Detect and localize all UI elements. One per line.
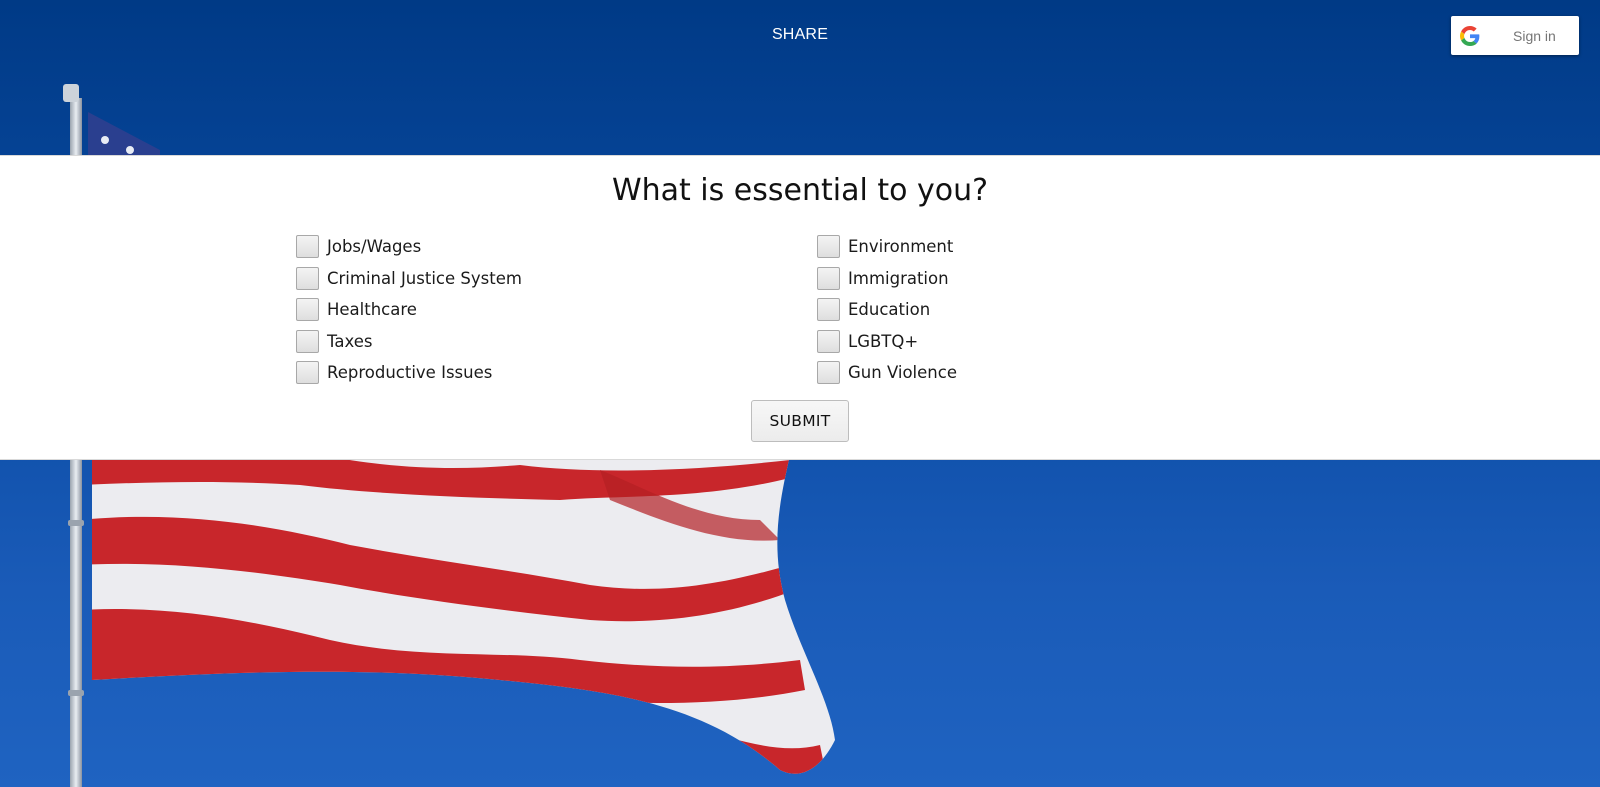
option-label: Jobs/Wages <box>327 237 422 257</box>
option-environment[interactable]: Environment <box>817 231 957 263</box>
option-gun-violence[interactable]: Gun Violence <box>817 357 957 389</box>
option-label: Immigration <box>848 268 949 288</box>
checkbox-jobs-wages[interactable] <box>296 235 319 259</box>
option-jobs-wages[interactable]: Jobs/Wages <box>296 231 522 263</box>
option-healthcare[interactable]: Healthcare <box>296 294 522 326</box>
survey-title: What is essential to you? <box>611 173 989 208</box>
option-lgbtq[interactable]: LGBTQ+ <box>817 326 957 358</box>
option-reproductive-issues[interactable]: Reproductive Issues <box>296 357 522 389</box>
option-label: Reproductive Issues <box>327 363 493 383</box>
share-link-label[interactable]: SHARE <box>772 26 828 43</box>
survey-options: Jobs/Wages Criminal Justice System Healt… <box>296 231 1096 391</box>
essentials-survey-panel: What is essential to you? Jobs/Wages Cri… <box>0 155 1600 460</box>
checkbox-taxes[interactable] <box>296 329 319 353</box>
options-column-right: Environment Immigration Education LGBTQ+… <box>817 231 957 389</box>
option-label: Environment <box>848 237 954 257</box>
checkbox-criminal-justice-system[interactable] <box>296 266 319 290</box>
option-criminal-justice-system[interactable]: Criminal Justice System <box>296 263 522 295</box>
sign-in-label: Sign in <box>1513 27 1556 44</box>
submit-button[interactable]: SUBMIT <box>751 400 849 442</box>
option-label: Taxes <box>327 331 373 351</box>
checkbox-reproductive-issues[interactable] <box>296 361 319 385</box>
checkbox-immigration[interactable] <box>817 266 840 290</box>
checkbox-education[interactable] <box>817 298 840 322</box>
google-g-icon <box>1460 25 1480 46</box>
option-label: Gun Violence <box>848 363 957 383</box>
checkbox-gun-violence[interactable] <box>817 361 840 385</box>
option-label: LGBTQ+ <box>848 331 919 351</box>
checkbox-lgbtq[interactable] <box>817 329 840 353</box>
options-column-left: Jobs/Wages Criminal Justice System Healt… <box>296 231 522 389</box>
option-label: Education <box>848 300 931 320</box>
option-immigration[interactable]: Immigration <box>817 263 957 295</box>
google-sign-in-button[interactable]: Sign in <box>1451 16 1579 55</box>
checkbox-healthcare[interactable] <box>296 298 319 322</box>
option-taxes[interactable]: Taxes <box>296 326 522 358</box>
page: SHARE Sign in What is essential to you? … <box>0 0 1600 787</box>
option-label: Criminal Justice System <box>327 268 522 288</box>
option-education[interactable]: Education <box>817 294 957 326</box>
share-link: SHARE <box>0 26 1600 44</box>
option-label: Healthcare <box>327 300 417 320</box>
checkbox-environment[interactable] <box>817 235 840 259</box>
